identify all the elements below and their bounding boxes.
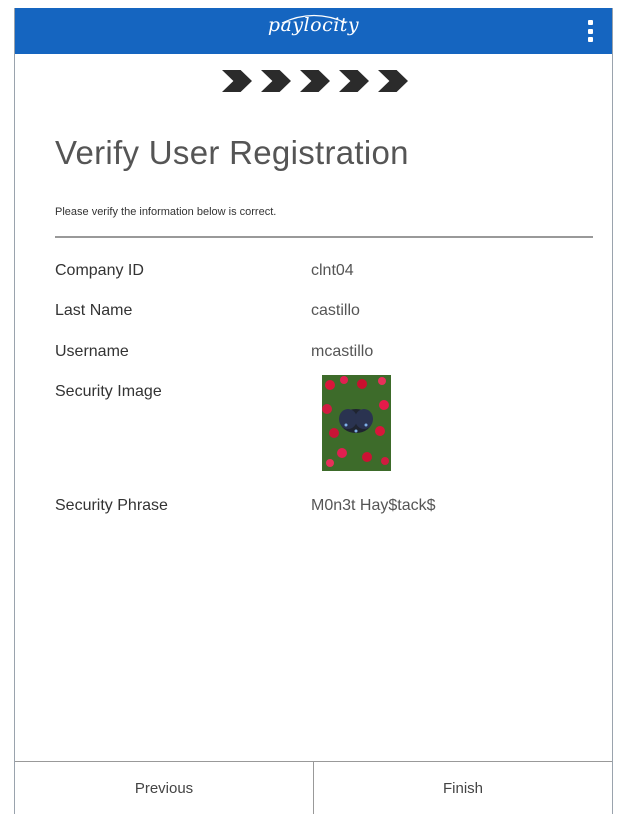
page-subtitle: Please verify the information below is c… [55,206,277,218]
progress-steps [222,70,408,92]
paylocity-logo: paylocity [267,14,360,36]
page-title: Verify User Registration [55,134,409,171]
security-image [322,375,391,471]
previous-button[interactable]: Previous [15,762,313,814]
finish-button[interactable]: Finish [313,762,612,814]
chevron-right-icon [300,70,330,92]
app-frame: paylocity Verify User Registration Pleas… [14,8,613,814]
chevron-right-icon [222,70,252,92]
footer-bar: Previous Finish [15,761,612,814]
chevron-right-icon [339,70,369,92]
header-bar: paylocity [15,8,612,54]
last-name-value: castillo [311,302,360,319]
company-id-value: clnt04 [311,262,354,279]
security-phrase-value: M0n3t Hay$tack$ [311,497,436,514]
chevron-right-icon [261,70,291,92]
kebab-menu-icon[interactable] [588,20,594,42]
company-id-label: Company ID [55,262,144,279]
security-phrase-label: Security Phrase [55,497,168,514]
last-name-label: Last Name [55,302,133,319]
chevron-right-icon [378,70,408,92]
username-value: mcastillo [311,343,374,360]
username-label: Username [55,343,129,360]
security-image-label: Security Image [55,383,162,400]
divider [55,236,593,238]
